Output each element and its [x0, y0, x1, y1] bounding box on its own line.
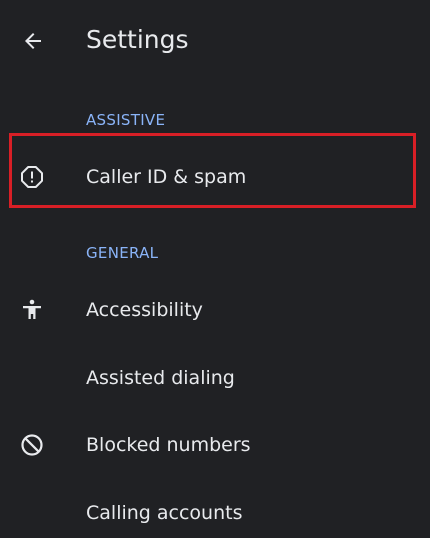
settings-item-calling-accounts[interactable]: Calling accounts: [0, 481, 430, 538]
section-header-assistive: ASSISTIVE: [86, 111, 166, 129]
settings-item-label: Calling accounts: [86, 502, 243, 524]
arrow-back-icon: [25, 33, 41, 49]
settings-item-assisted-dialing[interactable]: Assisted dialing: [0, 346, 430, 410]
block-icon: [20, 433, 44, 457]
settings-item-label: Caller ID & spam: [86, 166, 247, 188]
caller-id-spam-icon: [20, 165, 44, 189]
settings-item-accessibility[interactable]: Accessibility: [0, 278, 430, 342]
top-app-bar: Settings: [0, 0, 430, 80]
back-button[interactable]: [14, 22, 52, 60]
page-title: Settings: [86, 25, 189, 54]
settings-item-label: Blocked numbers: [86, 434, 251, 456]
settings-item-label: Assisted dialing: [86, 367, 235, 389]
settings-item-blocked-numbers[interactable]: Blocked numbers: [0, 413, 430, 477]
section-header-general: GENERAL: [86, 244, 159, 262]
settings-item-caller-id-spam[interactable]: Caller ID & spam: [0, 145, 430, 209]
settings-item-label: Accessibility: [86, 299, 203, 321]
accessibility-icon: [20, 298, 44, 322]
